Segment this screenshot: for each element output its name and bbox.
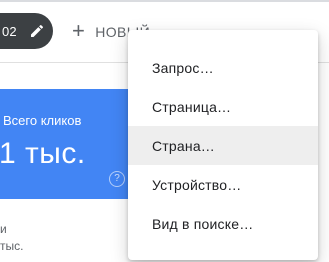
new-filter-menu: Запрос… Страница… Страна… Устройство… Ви… [128,30,318,260]
menu-item-search-appearance[interactable]: Вид в поиске… [128,204,318,243]
menu-item-label: Запрос… [152,59,214,76]
menu-item-label: Страна… [152,137,216,154]
menu-item-label: Устройство… [152,176,242,193]
help-icon[interactable]: ? [109,171,125,187]
menu-item-label: Страница… [152,98,232,115]
menu-item-page[interactable]: Страница… [128,87,318,126]
date-filter-label: 02 [2,23,17,39]
menu-item-query[interactable]: Запрос… [128,48,318,87]
background-text-line-2: тыс. [0,239,24,253]
date-filter-chip[interactable]: 02 [0,13,53,49]
pencil-icon[interactable] [29,23,45,39]
menu-item-country[interactable]: Страна… [128,126,318,165]
top-divider [0,0,329,2]
total-clicks-value: 1 тыс. [0,137,86,170]
background-text-line-1: и [0,222,7,236]
menu-item-device[interactable]: Устройство… [128,165,318,204]
total-clicks-label: Всего кликов [3,113,82,128]
total-clicks-card[interactable]: Всего кликов 1 тыс. ? [0,89,132,199]
search-console-performance-view: 02 + НОВЫЙ Всего кликов 1 тыс. ? и тыс. … [0,0,329,262]
menu-item-label: Вид в поиске… [152,215,254,232]
plus-icon: + [72,18,86,43]
